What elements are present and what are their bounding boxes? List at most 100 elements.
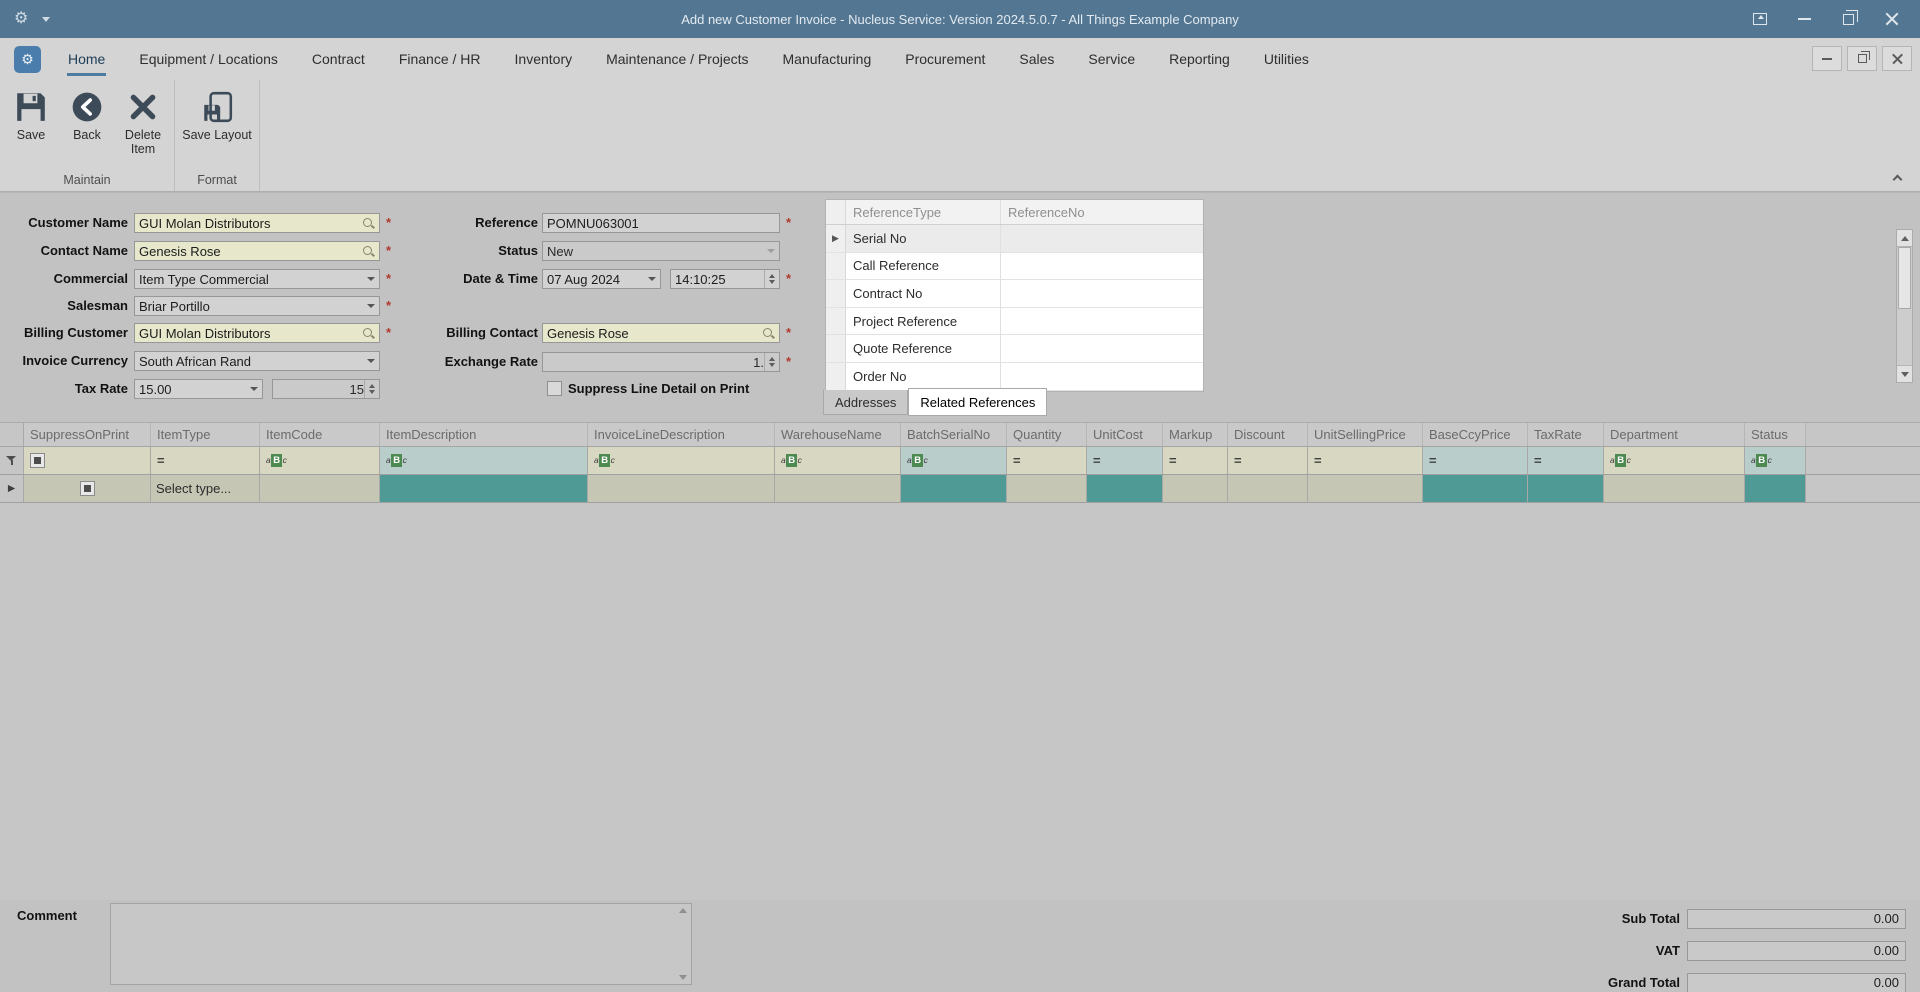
reference-no-cell[interactable]: [1001, 308, 1203, 335]
tab-utilities[interactable]: Utilities: [1247, 38, 1326, 80]
reference-no-cell[interactable]: [1001, 335, 1203, 362]
tab-inventory[interactable]: Inventory: [498, 38, 590, 80]
reference-type-cell[interactable]: Quote Reference: [846, 335, 1001, 362]
comment-textarea[interactable]: [110, 903, 692, 985]
reference-type-cell[interactable]: Project Reference: [846, 307, 1001, 335]
filter-cell-warehousename[interactable]: aBc: [775, 447, 901, 474]
ribbon-restore-button[interactable]: [1847, 46, 1877, 71]
tab-home[interactable]: Home: [51, 38, 122, 80]
search-icon[interactable]: [362, 217, 375, 230]
tab-addresses[interactable]: Addresses: [823, 390, 909, 415]
filter-cell-quantity[interactable]: =: [1007, 447, 1087, 474]
reference-type-cell[interactable]: Call Reference: [846, 252, 1001, 280]
collapse-ribbon-button[interactable]: [1888, 171, 1906, 185]
delete-item-button[interactable]: Delete Item: [115, 85, 171, 157]
data-cell-quantity[interactable]: [1007, 475, 1087, 502]
app-button[interactable]: ⚙: [14, 45, 41, 73]
restore-window-button[interactable]: [1826, 0, 1870, 38]
filter-cell-suppressonprint[interactable]: [24, 447, 151, 474]
reference-no-header[interactable]: ReferenceNo: [1001, 200, 1203, 224]
column-header-invoicelinedescription[interactable]: InvoiceLineDescription: [588, 423, 775, 446]
back-button[interactable]: Back: [59, 85, 115, 142]
filter-cell-invoicelinedescription[interactable]: aBc: [588, 447, 775, 474]
app-gear-icon[interactable]: ⚙: [14, 11, 28, 27]
suppress-line-detail-checkbox[interactable]: [547, 381, 562, 396]
filter-cell-status[interactable]: aBc: [1745, 447, 1806, 474]
form-scrollbar[interactable]: [1896, 229, 1913, 383]
column-header-unitcost[interactable]: UnitCost: [1087, 423, 1163, 446]
minimize-window-button[interactable]: [1782, 0, 1826, 38]
scroll-down-button[interactable]: [1897, 365, 1912, 382]
data-cell-discount[interactable]: [1228, 475, 1308, 502]
data-cell-itemdescription[interactable]: [380, 475, 588, 502]
reference-type-header[interactable]: ReferenceType: [846, 200, 1001, 224]
filter-cell-unitsellingprice[interactable]: =: [1308, 447, 1423, 474]
contact-name-field[interactable]: Genesis Rose: [134, 241, 380, 261]
tax-rate-dropdown[interactable]: 15.00: [134, 379, 263, 399]
reference-no-cell[interactable]: [1001, 253, 1203, 280]
reference-row-contract-no[interactable]: Contract No: [826, 280, 1203, 308]
ribbon-minimize-button[interactable]: [1812, 46, 1842, 71]
tab-maintenance-projects[interactable]: Maintenance / Projects: [589, 38, 765, 80]
close-window-button[interactable]: [1870, 0, 1914, 38]
save-button[interactable]: Save: [3, 85, 59, 142]
suppress-on-print-checkbox[interactable]: [79, 481, 95, 496]
app-menu-caret-icon[interactable]: [42, 16, 51, 22]
tab-procurement[interactable]: Procurement: [888, 38, 1002, 80]
filter-cell-discount[interactable]: =: [1228, 447, 1308, 474]
grid-empty-area[interactable]: [0, 503, 1920, 900]
tab-manufacturing[interactable]: Manufacturing: [766, 38, 889, 80]
filter-cell-itemdescription[interactable]: aBc: [380, 447, 588, 474]
ribbon-close-button[interactable]: [1882, 46, 1912, 71]
scrollbar-thumb[interactable]: [1898, 247, 1911, 309]
tab-service[interactable]: Service: [1071, 38, 1152, 80]
search-icon[interactable]: [762, 327, 775, 340]
data-cell-warehousename[interactable]: [775, 475, 901, 502]
reference-row-serial-no[interactable]: ▶ Serial No: [826, 225, 1203, 253]
column-header-quantity[interactable]: Quantity: [1007, 423, 1087, 446]
data-cell-unitsellingprice[interactable]: [1308, 475, 1423, 502]
reference-no-cell[interactable]: [1001, 225, 1203, 252]
reference-row-call-reference[interactable]: Call Reference: [826, 252, 1203, 281]
exchange-rate-spinner[interactable]: 1.: [542, 352, 780, 372]
tab-equipment-locations[interactable]: Equipment / Locations: [122, 38, 295, 80]
search-icon[interactable]: [362, 245, 375, 258]
filter-cell-department[interactable]: aBc: [1604, 447, 1745, 474]
data-cell-unitcost[interactable]: [1087, 475, 1163, 502]
data-cell-taxrate[interactable]: [1528, 475, 1604, 502]
data-cell-itemtype[interactable]: Select type...: [151, 475, 260, 502]
filter-cell-itemtype[interactable]: =: [151, 447, 260, 474]
save-layout-button[interactable]: Save Layout: [178, 85, 256, 142]
filter-cell-baseccyprice[interactable]: =: [1423, 447, 1528, 474]
column-header-batchserialno[interactable]: BatchSerialNo: [901, 423, 1007, 446]
column-header-taxrate[interactable]: TaxRate: [1528, 423, 1604, 446]
customer-name-field[interactable]: GUI Molan Distributors: [134, 213, 380, 233]
spinner-arrows-icon[interactable]: [764, 353, 779, 371]
data-cell-invoicelinedescription[interactable]: [588, 475, 775, 502]
reference-field[interactable]: POMNU063001: [542, 213, 780, 233]
reference-row-order-no[interactable]: Order No: [826, 362, 1203, 391]
column-header-discount[interactable]: Discount: [1228, 423, 1308, 446]
filter-cell-taxrate[interactable]: =: [1528, 447, 1604, 474]
reference-no-cell[interactable]: [1001, 363, 1203, 390]
data-cell-suppressonprint[interactable]: [24, 475, 151, 502]
data-cell-department[interactable]: [1604, 475, 1745, 502]
date-picker[interactable]: 07 Aug 2024: [542, 269, 661, 289]
data-cell-batchserialno[interactable]: [901, 475, 1007, 502]
dock-window-button[interactable]: [1738, 0, 1782, 38]
column-header-unitsellingprice[interactable]: UnitSellingPrice: [1308, 423, 1423, 446]
column-header-suppressonprint[interactable]: SuppressOnPrint: [24, 423, 151, 446]
column-header-itemcode[interactable]: ItemCode: [260, 423, 380, 446]
chevron-down-icon[interactable]: [363, 297, 379, 315]
scroll-up-button[interactable]: [1897, 230, 1912, 247]
reference-type-cell[interactable]: Serial No: [846, 225, 1001, 252]
data-cell-status[interactable]: [1745, 475, 1806, 502]
column-header-itemdescription[interactable]: ItemDescription: [380, 423, 588, 446]
filter-cell-markup[interactable]: =: [1163, 447, 1228, 474]
data-cell-markup[interactable]: [1163, 475, 1228, 502]
tab-finance-hr[interactable]: Finance / HR: [382, 38, 498, 80]
salesman-dropdown[interactable]: Briar Portillo: [134, 296, 380, 316]
reference-row-quote-reference[interactable]: Quote Reference: [826, 335, 1203, 363]
column-header-department[interactable]: Department: [1604, 423, 1745, 446]
filter-cell-batchserialno[interactable]: aBc: [901, 447, 1007, 474]
